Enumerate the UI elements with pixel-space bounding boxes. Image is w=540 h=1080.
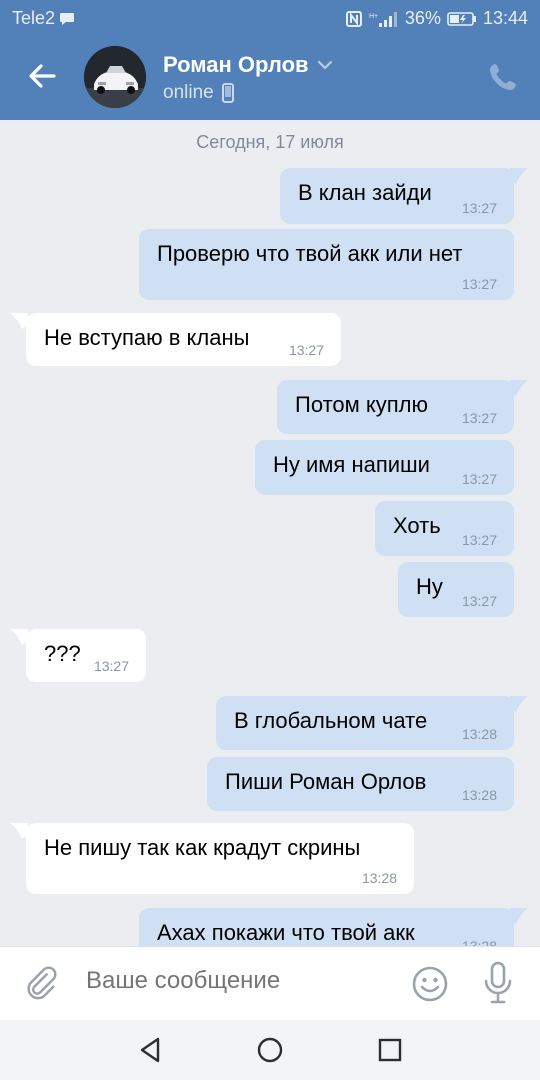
bubble-tail xyxy=(10,313,28,329)
svg-text:H+: H+ xyxy=(369,13,378,20)
contact-name-text: Роман Орлов xyxy=(163,52,309,77)
bubble-tail xyxy=(510,696,528,712)
status-right: H+ 36% 13:44 xyxy=(345,8,528,29)
message-text: Ну xyxy=(416,574,443,599)
nfc-icon xyxy=(345,10,362,27)
signal-icon: H+ xyxy=(369,11,397,27)
message-time: 13:27 xyxy=(461,593,497,609)
incoming-message[interactable]: Не вступаю в кланы 13:27 xyxy=(26,313,341,366)
carrier-name: Tele2 xyxy=(12,8,56,28)
message-time: 13:28 xyxy=(461,938,497,946)
message-text: Потом куплю xyxy=(295,392,428,417)
nav-home-icon[interactable] xyxy=(255,1035,285,1065)
smile-icon[interactable] xyxy=(410,964,450,1004)
chevron-down-icon xyxy=(317,60,332,70)
contact-name[interactable]: Роман Орлов xyxy=(163,52,333,78)
avatar[interactable] xyxy=(84,46,146,108)
contact-status: online xyxy=(163,82,234,104)
message-text: Ахах покажи что твой акк xyxy=(157,920,415,945)
outgoing-message[interactable]: Ну имя напиши 13:27 xyxy=(255,440,514,495)
mobile-device-icon xyxy=(221,83,234,103)
message-text: В глобальном чате xyxy=(234,708,428,733)
message-time: 13:27 xyxy=(461,532,497,548)
bubble-tail xyxy=(510,380,528,396)
carrier: Tele2 xyxy=(12,8,75,29)
message-text: Проверю что твой акк или нет xyxy=(157,241,463,266)
message-time: 13:28 xyxy=(461,726,497,742)
outgoing-message[interactable]: В глобальном чате 13:28 xyxy=(216,696,514,750)
outgoing-message[interactable]: Потом куплю 13:27 xyxy=(277,380,514,434)
incoming-message[interactable]: Не пишу так как крадут скрины 13:28 xyxy=(26,823,414,894)
message-text: Хоть xyxy=(393,513,441,538)
message-input[interactable] xyxy=(86,967,386,995)
outgoing-message[interactable]: Пиши Роман Орлов 13:28 xyxy=(207,757,514,811)
message-time: 13:27 xyxy=(461,200,497,216)
outgoing-message[interactable]: Ну 13:27 xyxy=(398,562,514,617)
phone-icon[interactable] xyxy=(486,60,520,94)
bubble-tail xyxy=(510,908,528,924)
message-time: 13:28 xyxy=(461,787,497,803)
bubble-tail xyxy=(10,823,28,839)
message-list[interactable]: Сегодня, 17 июля В клан зайди 13:27 Пров… xyxy=(0,120,540,946)
bubble-tail xyxy=(510,168,528,184)
message-time: 13:27 xyxy=(461,410,497,426)
paperclip-icon[interactable] xyxy=(24,965,62,1003)
message-time: 13:27 xyxy=(288,342,324,358)
nav-back-icon[interactable] xyxy=(136,1035,166,1065)
message-time: 13:28 xyxy=(361,870,397,886)
message-text: Не вступаю в кланы xyxy=(44,325,250,350)
system-navigation-bar xyxy=(0,1020,540,1080)
outgoing-message[interactable]: В клан зайди 13:27 xyxy=(280,168,514,224)
message-time: 13:27 xyxy=(93,658,129,674)
message-composer xyxy=(0,946,540,1020)
message-text: Ну имя напиши xyxy=(273,452,430,477)
message-time: 13:27 xyxy=(461,471,497,487)
avatar-image xyxy=(84,46,146,108)
message-text: ??? xyxy=(44,641,81,666)
message-time: 13:27 xyxy=(461,276,497,292)
message-text: Не пишу так как крадут скрины xyxy=(44,835,361,860)
battery-icon xyxy=(447,11,476,26)
outgoing-message[interactable]: Хоть 13:27 xyxy=(375,501,514,556)
battery-percent: 36% xyxy=(404,8,441,28)
online-status: online xyxy=(163,82,214,103)
status-bar: Tele2 H+ 36% 13:44 xyxy=(0,0,540,36)
incoming-message[interactable]: ??? 13:27 xyxy=(26,629,146,682)
date-separator: Сегодня, 17 июля xyxy=(196,132,344,152)
nav-recents-icon[interactable] xyxy=(375,1035,405,1065)
arrow-left-icon[interactable] xyxy=(22,56,62,96)
outgoing-message[interactable]: Проверю что твой акк или нет 13:27 xyxy=(139,229,514,300)
outgoing-message[interactable]: Ахах покажи что твой акк 13:28 xyxy=(139,908,514,946)
message-text: Пиши Роман Орлов xyxy=(225,769,427,794)
chat-header: Роман Орлов online xyxy=(0,36,540,120)
clock: 13:44 xyxy=(482,8,528,28)
message-notification-icon xyxy=(60,12,75,25)
bubble-tail xyxy=(10,629,28,645)
microphone-icon[interactable] xyxy=(482,961,514,1005)
message-text: В клан зайди xyxy=(298,180,432,205)
